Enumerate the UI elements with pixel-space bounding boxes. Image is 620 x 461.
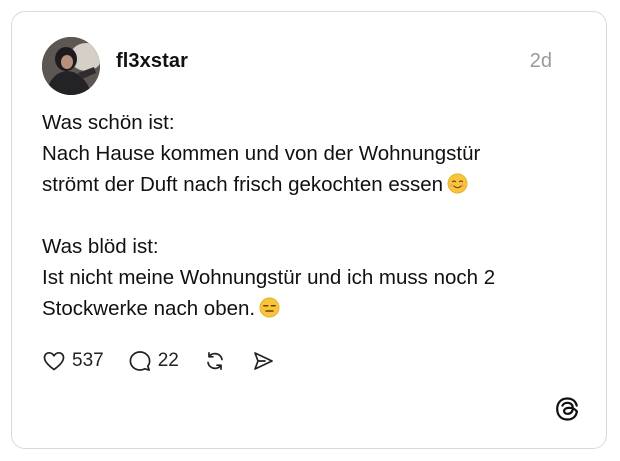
post-line: Was blöd ist: [42, 235, 159, 258]
post-actions: 537 22 [42, 346, 299, 376]
post-line-with-emoji: strömt der Duft nach frisch gekochten es… [42, 169, 582, 200]
post-line-text: Stockwerke nach oben. [42, 297, 256, 320]
reply-count: 22 [157, 350, 179, 371]
reply-button[interactable]: 22 [128, 349, 179, 373]
post-card: fl3xstar 2d Was schön ist: Nach Hause ko… [11, 11, 607, 449]
username[interactable]: fl3xstar [116, 50, 188, 73]
post-line: Ist nicht meine Wohnungstür und ich muss… [42, 266, 496, 289]
like-button[interactable]: 537 [42, 349, 104, 373]
smiling-face-emoji-icon [447, 173, 468, 194]
post-line: Nach Hause kommen und von der Wohnungstü… [42, 142, 481, 165]
heart-icon [43, 351, 65, 371]
post-timestamp[interactable]: 2d [530, 50, 552, 73]
threads-logo-icon[interactable] [554, 396, 580, 422]
expressionless-face-emoji-icon [259, 297, 280, 318]
repost-icon [206, 351, 223, 371]
post-line-text: strömt der Duft nach frisch gekochten es… [42, 173, 444, 196]
speech-bubble-icon [129, 351, 151, 371]
avatar-photo [42, 37, 100, 95]
send-icon [253, 352, 273, 370]
share-button[interactable] [251, 349, 275, 373]
repost-button[interactable] [203, 349, 227, 373]
threads-logo-glyph [556, 397, 578, 421]
like-count: 537 [72, 350, 104, 371]
post-line-with-emoji: Stockwerke nach oben. [42, 293, 582, 324]
post-line: Was schön ist: [42, 111, 175, 134]
post-body: Was schön ist: Nach Hause kommen und von… [42, 107, 582, 324]
avatar[interactable] [42, 37, 100, 95]
